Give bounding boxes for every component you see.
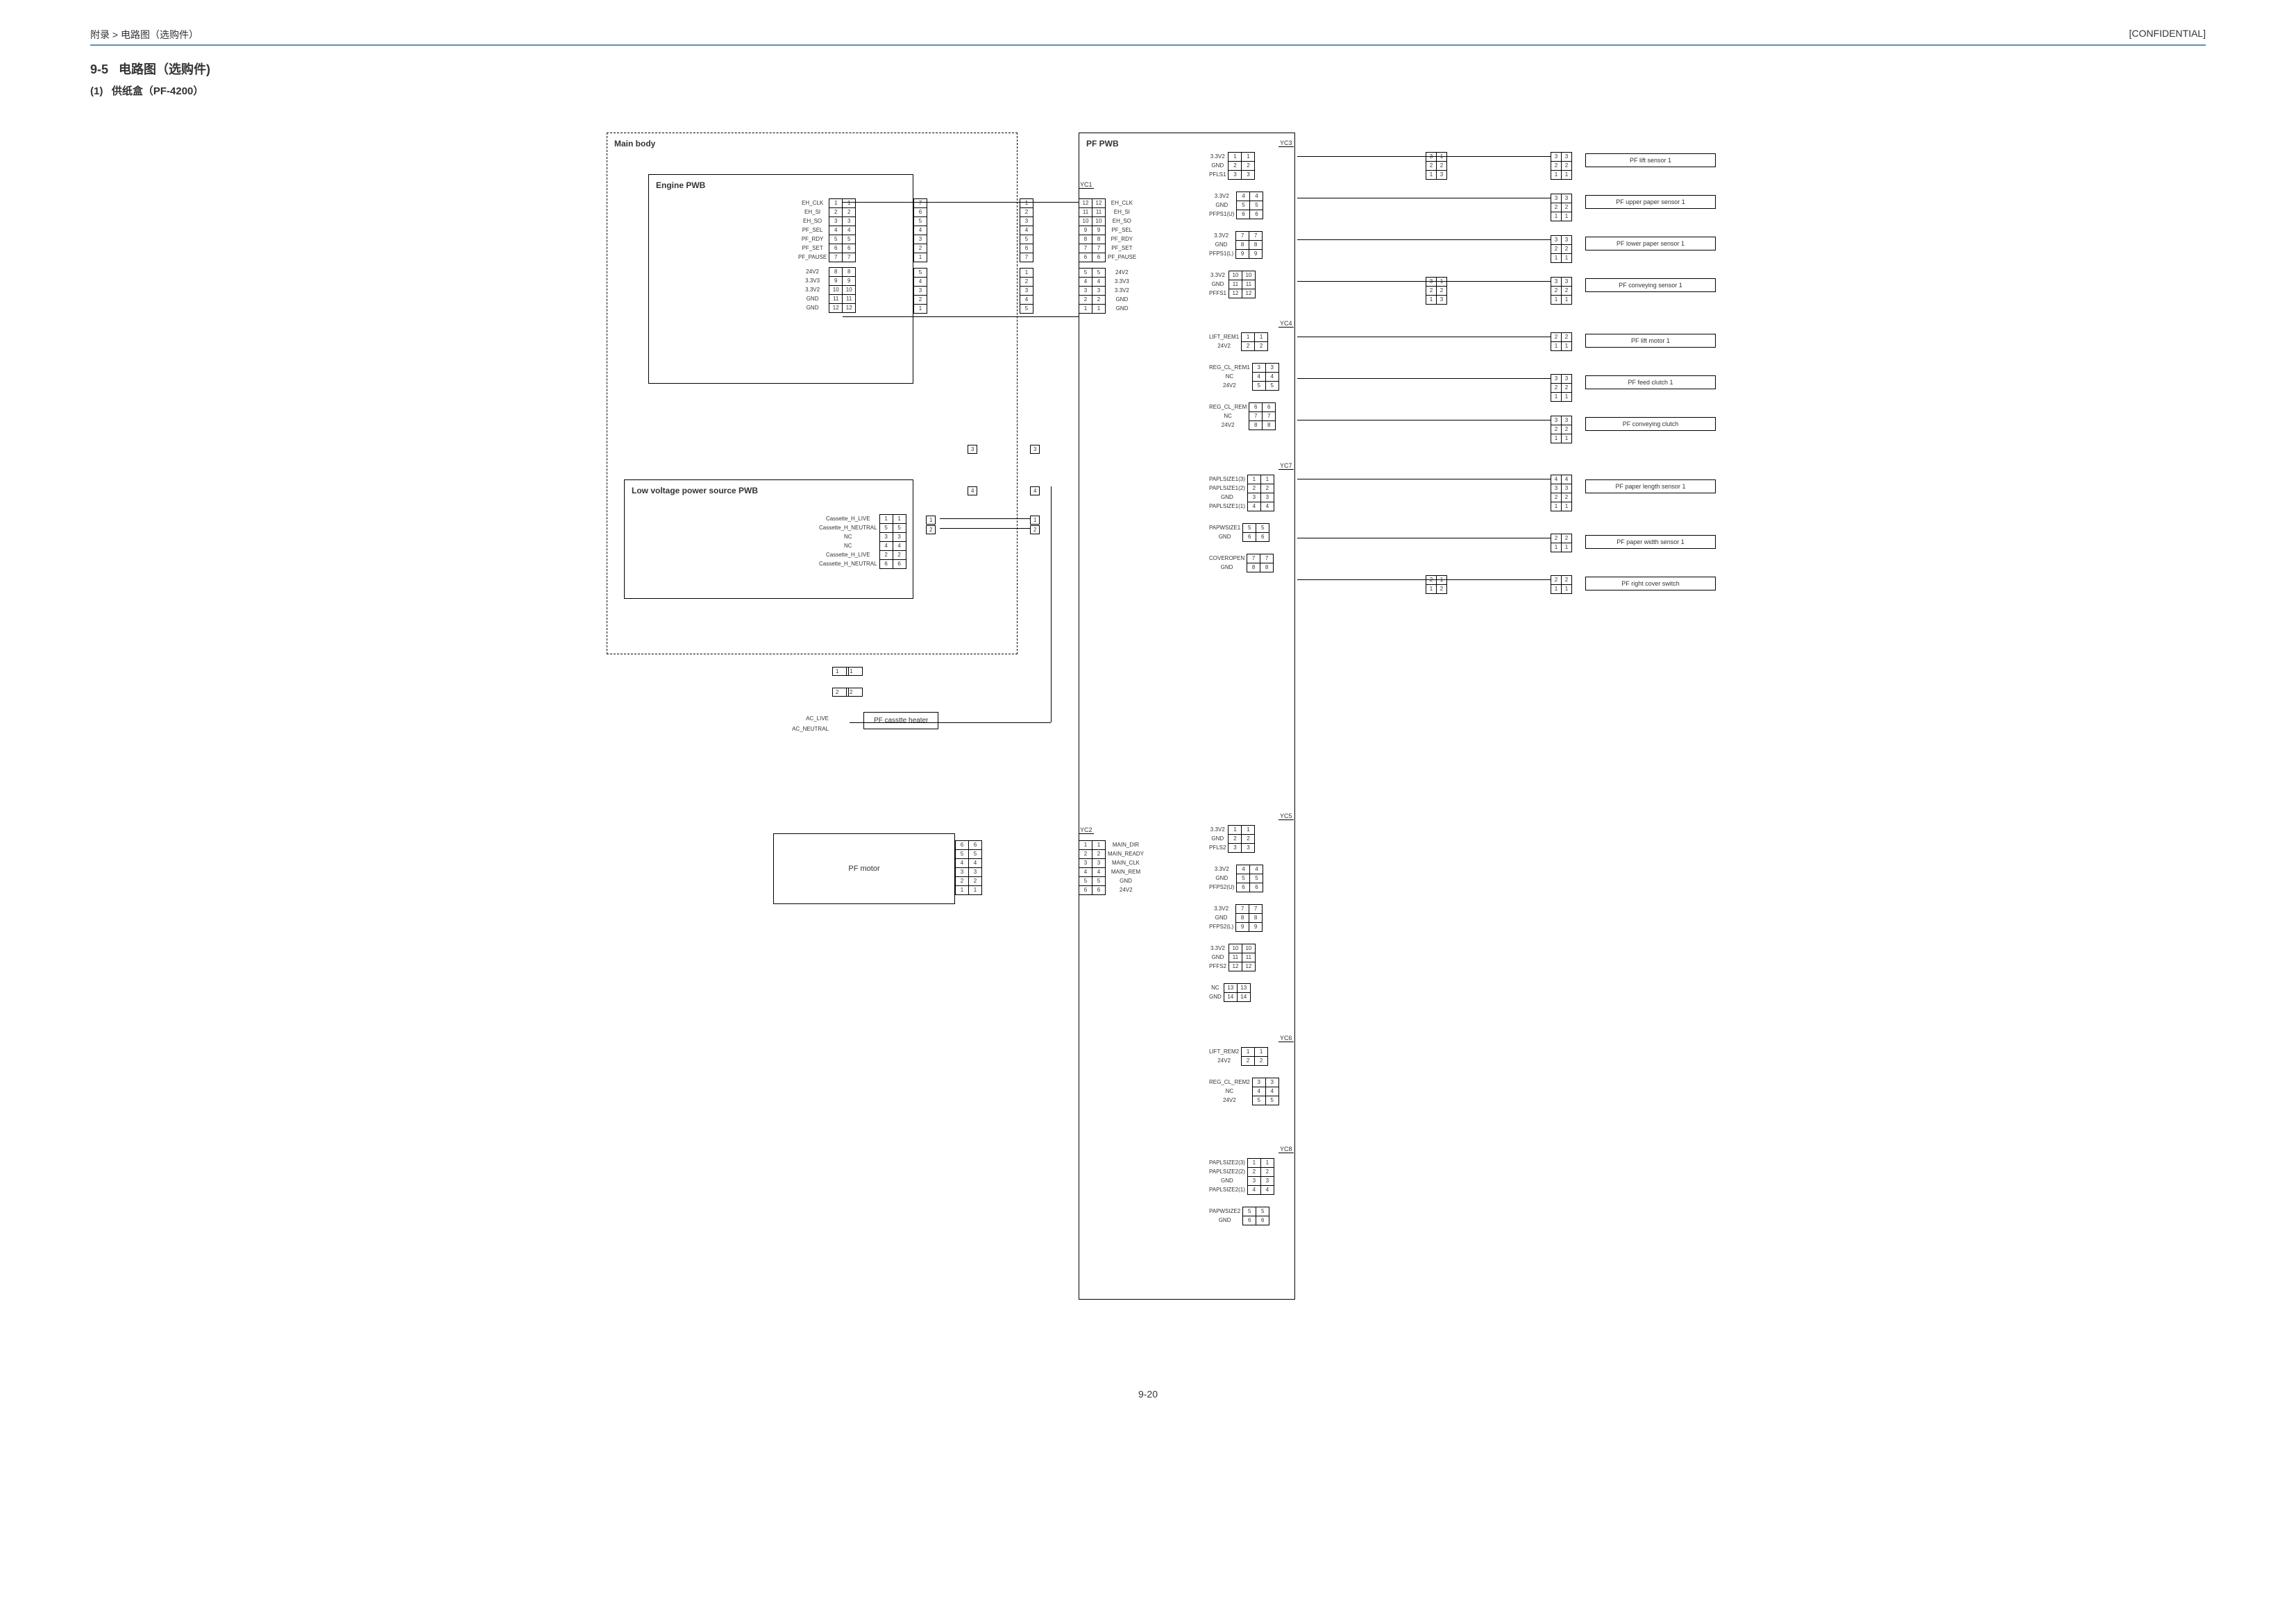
heater-block: PF casstte heater	[863, 712, 938, 729]
low-voltage-title: Low voltage power source PWB	[625, 480, 913, 501]
section-title: 9-5 电路图（选购件)	[90, 60, 2206, 78]
engine-pwb-block: Engine PWB	[648, 174, 913, 384]
breadcrumb: 附录 > 电路图（选购件）	[90, 28, 199, 42]
sensor-lift: PF lift sensor 1	[1585, 153, 1716, 167]
lv-pins: Cassette_H_LIVE11Cassette_H_NEUTRAL55NC3…	[817, 514, 906, 569]
subsection-title: (1) 供纸盒（PF-4200）	[90, 83, 2206, 98]
lv-conn-1b: 1	[1030, 516, 1040, 525]
yc2-pins: 11MAIN_DIR22MAIN_READY33MAIN_CLK44MAIN_R…	[1079, 840, 1147, 895]
mid-conn-3a: 3	[968, 445, 977, 454]
lv-conn-1a: 1	[926, 516, 936, 525]
mid-conn-4a: 4	[968, 486, 977, 495]
main-body-title: Main body	[607, 133, 1017, 154]
pf-pwb-title: PF PWB	[1079, 133, 1294, 154]
sensor-right-cover: PF right cover switch	[1585, 577, 1716, 590]
yc6-label: YC6	[1278, 1035, 1294, 1042]
sensor-upper-paper: PF upper paper sensor 1	[1585, 195, 1716, 209]
ac-neutral-label: AC_NEUTRAL	[759, 726, 829, 732]
yc2-label: YC2	[1079, 826, 1094, 834]
sensor-feed-clutch: PF feed clutch 1	[1585, 375, 1716, 389]
yc8-label: YC8	[1278, 1146, 1294, 1153]
pf-motor-block: PF motor	[773, 833, 955, 904]
engine-conn-right: 765432154321	[913, 198, 927, 314]
yc4-label: YC4	[1278, 320, 1294, 328]
engine-pwb-title: Engine PWB	[649, 175, 913, 196]
ac-live-label: AC_LIVE	[773, 715, 829, 722]
page-number: 9-20	[90, 1388, 2206, 1400]
lv-conn-2b: 2	[1030, 525, 1040, 534]
yc1-pins: 1212EH_CLK1111EH_SI1010EH_SO99PF_SEL88PF…	[1079, 198, 1139, 314]
yc1-label: YC1	[1079, 181, 1094, 189]
sensor-paper-length: PF paper length sensor 1	[1585, 479, 1716, 493]
sensor-lower-paper: PF lower paper sensor 1	[1585, 237, 1716, 250]
engine-pwb-pins: EH_CLK11EH_SI22EH_SO33PF_SEL44PF_RDY55PF…	[796, 198, 856, 313]
h-conn-1b: 1	[846, 667, 863, 676]
motor-nums: 665544332211	[955, 840, 982, 895]
lv-conn-2a: 2	[926, 525, 936, 534]
mid-conn-4b: 4	[1030, 486, 1040, 495]
h-conn-2b: 2	[846, 688, 863, 697]
circuit-diagram: Main body Engine PWB EH_CLK11EH_SI22EH_S…	[315, 112, 1981, 1361]
page-header: 附录 > 电路图（选购件） [CONFIDENTIAL]	[90, 28, 2206, 46]
sensor-conveying-clutch: PF conveying clutch	[1585, 417, 1716, 431]
yc3-label: YC3	[1278, 139, 1294, 147]
sensor-paper-width: PF paper width sensor 1	[1585, 535, 1716, 549]
mid-conn-3b: 3	[1030, 445, 1040, 454]
mid-col-left: 123456712345	[1020, 198, 1033, 314]
yc7-label: YC7	[1278, 462, 1294, 470]
confidential-label: [CONFIDENTIAL]	[2129, 28, 2206, 42]
sensor-lift-motor: PF lift motor 1	[1585, 334, 1716, 348]
sensor-conveying: PF conveying sensor 1	[1585, 278, 1716, 292]
yc5-label: YC5	[1278, 813, 1294, 820]
